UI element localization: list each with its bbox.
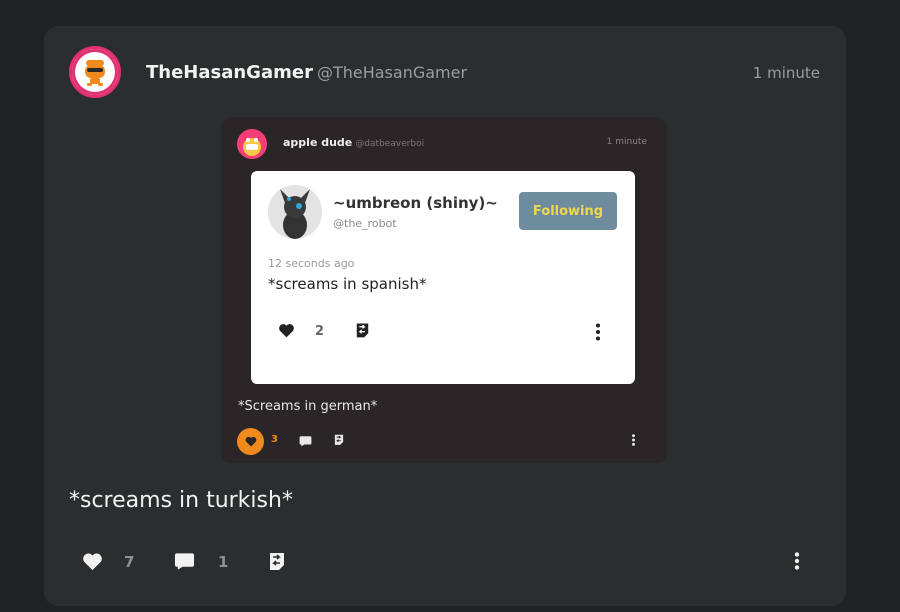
robot-avatar-icon <box>77 54 113 90</box>
nested-author-name[interactable]: ~umbreon (shiny)~ <box>333 194 498 212</box>
heart-icon <box>245 436 256 447</box>
nested-quoted-post[interactable]: ~umbreon (shiny)~ @the_robot Following 1… <box>251 171 635 384</box>
author-handle[interactable]: @TheHasanGamer <box>317 63 467 82</box>
repost-icon[interactable] <box>267 550 287 572</box>
quoted-author: apple dude @datbeaverboi <box>283 136 424 149</box>
like-count: 7 <box>124 553 135 571</box>
author-header: TheHasanGamer @TheHasanGamer <box>146 62 467 83</box>
quoted-timestamp: 1 minute <box>606 137 647 147</box>
quoted-author-avatar[interactable] <box>237 129 267 159</box>
nested-author-handle[interactable]: @the_robot <box>333 217 397 230</box>
more-vertical-icon[interactable] <box>595 323 601 341</box>
more-vertical-icon[interactable] <box>631 434 636 446</box>
quoted-post[interactable]: apple dude @datbeaverboi 1 minute ~umbreo… <box>221 117 667 463</box>
repost-icon[interactable] <box>354 321 371 339</box>
heart-icon[interactable] <box>82 552 103 571</box>
quoted-post-text: *Screams in german* <box>238 399 378 414</box>
nested-like-count: 2 <box>315 324 325 339</box>
nested-post-text: *screams in spanish* <box>268 275 427 293</box>
more-vertical-icon[interactable] <box>794 551 800 571</box>
comment-icon[interactable] <box>174 551 195 571</box>
quoted-author-handle[interactable]: @datbeaverboi <box>355 139 424 149</box>
author-name[interactable]: TheHasanGamer <box>146 62 313 83</box>
quoted-author-name[interactable]: apple dude <box>283 136 352 149</box>
post-text: *screams in turkish* <box>69 488 293 513</box>
nested-author-avatar[interactable] <box>268 185 322 239</box>
comment-count: 1 <box>218 553 229 571</box>
repost-icon[interactable] <box>333 433 345 446</box>
quoted-like-button[interactable] <box>237 428 264 455</box>
quoted-like-count: 3 <box>271 434 278 445</box>
post-timestamp: 1 minute <box>752 64 820 82</box>
nested-timestamp: 12 seconds ago <box>268 257 355 270</box>
comment-icon[interactable] <box>299 435 312 447</box>
following-button[interactable]: Following <box>519 192 617 230</box>
heart-icon[interactable] <box>278 323 295 338</box>
author-avatar[interactable] <box>69 46 121 98</box>
